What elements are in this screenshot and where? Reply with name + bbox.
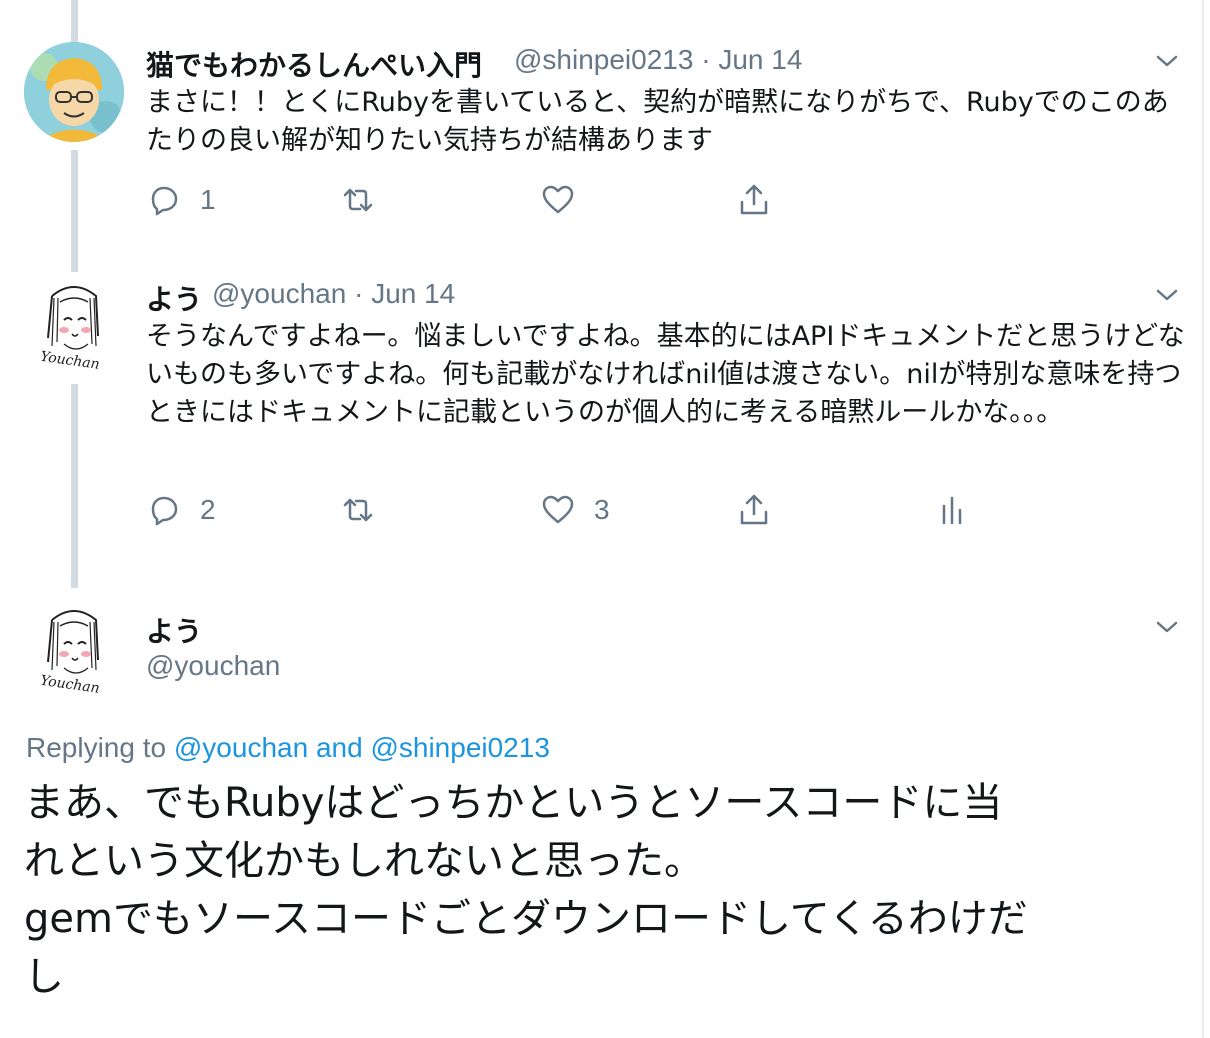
tweet-text: そうなんですよねー。悩ましいですよね。基本的にはAPIドキュメントだと思うけどな… — [146, 321, 1185, 428]
tweet-date[interactable]: Jun 14 — [371, 278, 455, 309]
replying-prefix: Replying to — [26, 732, 167, 763]
reply-action[interactable]: 1 — [146, 180, 216, 220]
avatar-youchan[interactable]: Youchan — [24, 600, 124, 700]
tweet-handle[interactable]: @shinpei0213 — [514, 44, 693, 75]
reply-icon — [151, 186, 178, 216]
avatar-illustration-icon — [24, 42, 124, 142]
reply-count: 1 — [200, 184, 216, 215]
share-icon — [740, 184, 768, 215]
timeline-border — [1202, 0, 1204, 1038]
analytics-action[interactable] — [934, 490, 970, 530]
reply-count: 2 — [200, 494, 216, 525]
thread-line-middle — [71, 150, 78, 272]
replying-to: Replying to @youchan and @shinpei0213 — [26, 732, 550, 764]
avatar-youchan[interactable]: Youchan — [24, 276, 124, 376]
heart-icon — [542, 185, 574, 214]
retweet-icon — [343, 498, 373, 522]
chevron-down-icon[interactable] — [1152, 612, 1182, 642]
tweet-author-name[interactable]: 猫でもわかるしんぺい入門 — [146, 44, 482, 84]
like-action[interactable]: 3 — [540, 490, 610, 530]
avatar-sketch-icon: Youchan — [39, 286, 101, 373]
share-icon — [740, 494, 768, 525]
tweet-author-meta: @shinpei0213 · Jun 14 — [514, 44, 802, 76]
thread-line-bottom — [71, 384, 78, 588]
share-action[interactable] — [736, 180, 772, 220]
avatar-signature: Youchan — [39, 673, 100, 697]
chevron-down-icon[interactable] — [1152, 46, 1182, 76]
meta-separator: · — [354, 278, 364, 309]
avatar-shinpei[interactable] — [24, 42, 124, 142]
reply-action[interactable]: 2 — [146, 490, 216, 530]
focused-text-line: まあ、でもRubyはどっちかというとソースコードに当 — [24, 780, 1003, 826]
tweet-author-name[interactable]: よう — [146, 278, 202, 318]
tweet-text: まさに！！とくにRubyを書いていると、契約が暗黙になりがちで、Rubyでのこの… — [146, 87, 1169, 156]
thread-line-top — [71, 0, 78, 42]
focused-text-line: れという文化かもしれないと思った。 — [24, 838, 704, 884]
avatar-sketch-icon: Youchan — [39, 610, 101, 697]
meta-separator: · — [701, 44, 711, 75]
heart-icon — [542, 495, 574, 524]
focused-author-handle[interactable]: @youchan — [146, 650, 280, 682]
tweet-date[interactable]: Jun 14 — [718, 44, 802, 75]
avatar-signature: Youchan — [39, 349, 100, 373]
chevron-down-icon[interactable] — [1152, 280, 1182, 310]
focused-text-line: し — [24, 954, 64, 1000]
tweet-handle[interactable]: @youchan — [212, 278, 346, 309]
reply-icon — [151, 496, 178, 526]
replying-user-link[interactable]: @youchan — [174, 732, 308, 763]
replying-and: and — [315, 732, 363, 763]
retweet-icon — [343, 188, 373, 212]
tweet-author-meta: @youchan · Jun 14 — [212, 278, 455, 310]
retweet-action[interactable] — [340, 490, 376, 530]
focused-tweet-text: まあ、でもRubyはどっちかというとソースコードに当 れという文化かもしれないと… — [24, 774, 1184, 1006]
focused-text-line: gemでもソースコードごとダウンロードしてくるわけだ — [24, 896, 1028, 942]
retweet-action[interactable] — [340, 180, 376, 220]
like-count: 3 — [594, 494, 610, 525]
like-action[interactable] — [540, 180, 576, 220]
replying-user-link[interactable]: @shinpei0213 — [370, 732, 549, 763]
analytics-icon — [942, 496, 962, 525]
focused-author-name[interactable]: よう — [146, 610, 202, 650]
share-action[interactable] — [736, 490, 772, 530]
